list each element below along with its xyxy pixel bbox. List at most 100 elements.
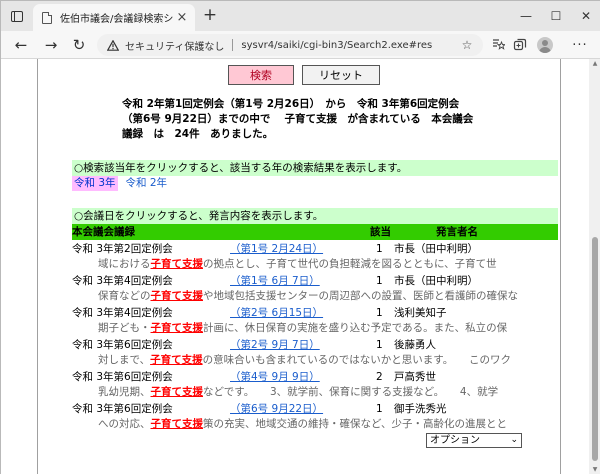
snippet: への対応、子育て支援策の充実、地域交通の維持・確保など、少子・高齢化の進展とと <box>98 417 560 432</box>
meeting-date-link[interactable]: （第2号 9月 7日） <box>230 338 320 353</box>
speaker-name: 後藤勇人 <box>394 339 436 351</box>
results-page: 検索 リセット 令和 2年第1回定例会（第1号 2月26日） から 令和 3年第… <box>37 59 561 474</box>
hit-count: 1 <box>376 275 383 287</box>
snippet: 対しまで、子育て支援の意味合いも含まれているのではないかと思います。 このワク <box>98 353 560 368</box>
year-current[interactable]: 令和 3年 <box>72 176 118 191</box>
snippet-after: 策の充実、地域交通の維持・確保など、少子・高齢化の進展とと <box>203 418 507 430</box>
hit-count: 1 <box>376 403 383 415</box>
address-divider <box>232 39 234 51</box>
snippet-before: 乳幼児期、 <box>98 386 151 398</box>
result-row: 令和 3年第2回定例会 （第1号 2月24日） 1 市長（田中利明） 域における… <box>72 240 558 272</box>
meeting-date-link[interactable]: （第6号 9月22日） <box>230 402 323 417</box>
keyword-highlight: 子育て支援 <box>150 322 204 334</box>
warning-icon[interactable] <box>107 39 119 51</box>
meeting-name: 令和 3年第2回定例会 <box>72 243 173 255</box>
snippet-before: 域における <box>98 258 151 270</box>
window-controls: — ☐ ✕ <box>511 1 600 31</box>
meeting-date-link[interactable]: （第2号 6月15日） <box>230 306 323 321</box>
forward-button[interactable]: → <box>41 35 61 55</box>
snippet-before: 保育などの <box>98 290 151 302</box>
snippet: 域における子育て支援の拠点とし、子育て世代の負担軽減を図るとともに、子育て世 <box>98 257 560 272</box>
page-icon <box>42 11 52 24</box>
tab-close-icon[interactable]: × <box>173 10 191 25</box>
keyword-highlight: 子育て支援 <box>150 290 204 302</box>
meeting-date-link[interactable]: （第4号 9月 9日） <box>230 370 320 385</box>
more-menu-icon[interactable]: ··· <box>569 36 591 54</box>
results-list: 令和 3年第2回定例会 （第1号 2月24日） 1 市長（田中利明） 域における… <box>72 240 558 432</box>
result-row: 令和 3年第4回定例会 （第1号 6月 7日） 1 市長（田中利明） 保育などの… <box>72 272 558 304</box>
address-bar[interactable]: セキュリティ保護なし sysvr4/saiki/cgi-bin3/Search2… <box>97 34 483 56</box>
browser-tab[interactable]: 佐伯市議会/会議録検索システム × <box>33 4 195 31</box>
profile-avatar[interactable] <box>537 37 553 53</box>
result-row: 令和 3年第6回定例会 （第6号 9月22日） 1 御手洗秀光 への対応、子育て… <box>72 400 558 432</box>
snippet-after: の拠点とし、子育て世代の負担軽減を図るとともに、子育て世 <box>203 258 497 270</box>
header-meeting: 本会議会議録 <box>72 226 135 238</box>
snippet: 期子ども・子育て支援計画に、休日保育の実施を盛り込む予定である。また、私立の保 <box>98 321 560 336</box>
result-row: 令和 3年第4回定例会 （第2号 6月15日） 1 浅利美知子 期子ども・子育て… <box>72 304 558 336</box>
year-link[interactable]: 令和 2年 <box>126 176 168 191</box>
meeting-name: 令和 3年第6回定例会 <box>72 339 173 351</box>
maximize-button[interactable]: ☐ <box>541 1 571 31</box>
keyword-highlight: 子育て支援 <box>150 354 203 366</box>
snippet-after: の意味合いも含まれているのではないかと思います。 このワク <box>202 354 511 366</box>
button-row: 検索 リセット <box>228 65 380 85</box>
snippet: 保育などの子育て支援や地域包括支援センターの周辺部への設置、医師と看護師の確保な <box>98 289 560 304</box>
favorites-bar-icon[interactable] <box>489 36 507 54</box>
tab-actions-icon[interactable] <box>7 8 27 24</box>
tab-bar: 佐伯市議会/会議録検索システム × + — ☐ ✕ <box>1 1 600 31</box>
snippet-after: 計画に、休日保育の実施を盛り込む予定である。また、私立の保 <box>203 322 508 334</box>
keyword-highlight: 子育て支援 <box>150 386 204 398</box>
header-count: 該当 <box>370 226 391 238</box>
snippet-before: 期子ども・ <box>98 322 151 334</box>
chevron-down-icon: ⌄ <box>510 435 518 445</box>
meeting-name: 令和 3年第6回定例会 <box>72 403 173 415</box>
keyword-highlight: 子育て支援 <box>150 418 204 430</box>
option-select-value: オプション <box>430 435 480 446</box>
security-label[interactable]: セキュリティ保護なし <box>125 38 224 53</box>
meeting-date-link[interactable]: （第1号 2月24日） <box>230 242 323 257</box>
back-button[interactable]: ← <box>11 35 31 55</box>
result-summary: 令和 2年第1回定例会（第1号 2月26日） から 令和 3年第6回定例会 （第… <box>122 97 542 142</box>
browser-toolbar: ← → ↻ セキュリティ保護なし sysvr4/saiki/cgi-bin3/S… <box>1 31 600 59</box>
search-button[interactable]: 検索 <box>228 65 294 85</box>
results-table-header: 本会議会議録 該当 発言者名 <box>72 224 558 240</box>
summary-line-2: （第6号 9月22日）までの中で 子育て支援 が含まれている 本会議会 <box>122 113 474 125</box>
url-text[interactable]: sysvr4/saiki/cgi-bin3/Search2.exe#res <box>241 40 457 51</box>
close-window-button[interactable]: ✕ <box>571 1 600 31</box>
new-tab-button[interactable]: + <box>201 7 219 25</box>
keyword-highlight: 子育て支援 <box>150 258 204 270</box>
hit-count: 2 <box>376 371 383 383</box>
summary-line-3: 議録 は 24件 ありました。 <box>122 128 274 140</box>
snippet-after: や地域包括支援センターの周辺部への設置、医師と看護師の確保な <box>203 290 518 302</box>
speaker-name: 市長（田中利明） <box>394 243 478 255</box>
meeting-name: 令和 3年第4回定例会 <box>72 275 173 287</box>
favorite-star-icon[interactable]: ☆ <box>457 38 477 52</box>
reset-button[interactable]: リセット <box>302 65 380 85</box>
collections-icon[interactable] <box>511 36 529 54</box>
speaker-name: 戸高秀世 <box>394 371 436 383</box>
summary-line-1: 令和 2年第1回定例会（第1号 2月26日） から 令和 3年第6回定例会 <box>122 98 460 110</box>
result-row: 令和 3年第6回定例会 （第2号 9月 7日） 1 後藤勇人 対しまで、子育て支… <box>72 336 558 368</box>
speaker-name: 市長（田中利明） <box>394 275 478 287</box>
minimize-button[interactable]: — <box>511 1 541 31</box>
tab-title: 佐伯市議会/会議録検索システム <box>60 14 173 25</box>
date-instruction: ○会議日をクリックすると、発言内容を表示します。 <box>72 208 558 224</box>
meeting-date-link[interactable]: （第1号 6月 7日） <box>230 274 320 289</box>
page-scrollbar[interactable]: ▲ ▼ <box>589 59 600 474</box>
scroll-down-arrow-icon[interactable]: ▼ <box>589 465 600 474</box>
browser-window: 佐伯市議会/会議録検索システム × + — ☐ ✕ ← → ↻ セキュリティ保護… <box>0 0 600 474</box>
speaker-name: 浅利美知子 <box>394 307 447 319</box>
meeting-name: 令和 3年第6回定例会 <box>72 371 173 383</box>
reload-button[interactable]: ↻ <box>69 35 89 55</box>
snippet-after: などです。 3、就学前、保育に関する支援など。 4、就学 <box>203 386 499 398</box>
year-instruction: ○検索該当年をクリックすると、該当する年の検索結果を表示します。 <box>72 160 558 176</box>
scroll-thumb[interactable] <box>592 237 598 461</box>
scroll-up-arrow-icon[interactable]: ▲ <box>589 59 600 69</box>
page-viewport: 検索 リセット 令和 2年第1回定例会（第1号 2月26日） から 令和 3年第… <box>1 59 600 474</box>
header-speaker: 発言者名 <box>436 226 478 238</box>
meeting-name: 令和 3年第4回定例会 <box>72 307 173 319</box>
snippet-before: への対応、 <box>98 418 151 430</box>
snippet-before: 対しまで、 <box>98 354 151 366</box>
option-select[interactable]: オプション ⌄ <box>426 433 522 448</box>
snippet: 乳幼児期、子育て支援などです。 3、就学前、保育に関する支援など。 4、就学 <box>98 385 560 400</box>
